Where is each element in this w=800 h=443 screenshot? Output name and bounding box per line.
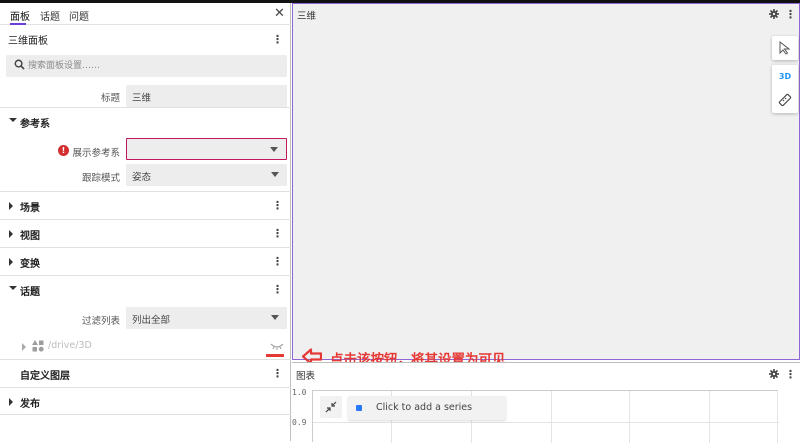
grid-line xyxy=(777,391,778,443)
collapsed-caret-icon xyxy=(9,202,13,210)
collapse-arrows-icon xyxy=(325,401,337,413)
3d-viewport-panel[interactable]: 三维 ⋮ 3D xyxy=(292,3,800,360)
chart-panel[interactable]: 图表 ⋮ 1.0 0.9 Click to add a series xyxy=(292,362,800,443)
search-icon xyxy=(14,59,25,70)
topic-path: /drive/3D xyxy=(48,340,92,351)
active-tab-indicator xyxy=(10,23,26,25)
chevron-down-icon xyxy=(271,315,279,320)
section-title: 视图 xyxy=(20,231,40,242)
eye-closed-icon[interactable] xyxy=(270,343,284,350)
title-label: 标题 xyxy=(100,93,120,104)
expanded-caret-icon xyxy=(9,286,17,290)
panel-menu-icon[interactable]: ⋮ xyxy=(785,9,796,20)
section-menu-icon[interactable]: ⋮ xyxy=(272,228,283,239)
grid-line xyxy=(629,391,630,443)
collapsed-caret-icon xyxy=(9,230,13,238)
panel-title: 三维面板 xyxy=(8,36,48,47)
close-icon[interactable]: ✕ xyxy=(274,6,285,21)
annotation-marker xyxy=(266,354,284,357)
follow-mode-label: 跟踪模式 xyxy=(81,173,120,184)
panel-header: 三维 ⋮ xyxy=(293,4,799,24)
settings-sidebar: 面板 话题 问题 ✕ 三维面板 ⋮ 标题 三维 参考系 ! 展示参考系 跟踪模式… xyxy=(0,3,291,441)
y-tick-label: 0.9 xyxy=(292,418,307,427)
panel-title: 图表 xyxy=(296,371,316,382)
grid-line xyxy=(551,391,552,443)
section-topics[interactable]: 话题 ⋮ xyxy=(0,275,291,303)
search-input[interactable] xyxy=(28,58,278,74)
follow-mode-value: 姿态 xyxy=(132,172,152,183)
panel-title: 三维 xyxy=(297,11,317,22)
display-frame-label: 展示参考系 xyxy=(72,148,120,159)
tab-problems[interactable]: 问题 xyxy=(69,8,89,23)
collapsed-caret-icon xyxy=(9,258,13,266)
section-title: 场景 xyxy=(20,203,40,214)
3d-toggle-button[interactable]: 3D xyxy=(775,72,795,81)
y-tick-label: 1.0 xyxy=(292,388,307,397)
collapsed-caret-icon xyxy=(22,343,26,351)
filter-list-label: 过滤列表 xyxy=(81,316,120,327)
ruler-icon[interactable] xyxy=(778,93,792,107)
section-title: 自定义图层 xyxy=(20,371,70,382)
follow-mode-select[interactable]: 姿态 xyxy=(126,164,287,186)
cursor-icon xyxy=(779,41,791,55)
section-reference-frame[interactable]: 参考系 xyxy=(0,107,291,135)
section-transforms[interactable]: 变换 ⋮ xyxy=(0,247,291,275)
section-title: 参考系 xyxy=(20,119,50,130)
panel-menu-icon[interactable]: ⋮ xyxy=(272,34,283,45)
section-menu-icon[interactable]: ⋮ xyxy=(272,200,283,211)
display-frame-select[interactable] xyxy=(126,138,287,160)
chevron-down-icon xyxy=(271,172,279,177)
filter-list-value: 列出全部 xyxy=(132,315,171,326)
select-tool-button[interactable] xyxy=(772,36,798,60)
add-series-label: Click to add a series xyxy=(376,402,473,413)
sidebar-tabs: 面板 话题 问题 ✕ xyxy=(0,3,291,25)
grid-line xyxy=(709,391,710,443)
section-title: 发布 xyxy=(20,399,40,410)
topic-row-drive-3d[interactable]: /drive/3D xyxy=(0,335,291,357)
section-custom-layers[interactable]: 自定义图层 ⋮ xyxy=(0,359,291,387)
error-icon: ! xyxy=(58,145,69,156)
gear-icon[interactable] xyxy=(769,369,779,379)
add-series-button[interactable]: Click to add a series xyxy=(348,396,506,420)
tab-panel[interactable]: 面板 xyxy=(10,8,30,23)
series-color-swatch xyxy=(356,405,362,411)
panel-menu-icon[interactable]: ⋮ xyxy=(785,369,796,380)
expanded-caret-icon xyxy=(9,118,17,122)
collapsed-caret-icon xyxy=(9,398,13,406)
title-field[interactable]: 三维 xyxy=(126,85,287,107)
search-box xyxy=(6,55,287,77)
view-tools-group: 3D xyxy=(772,65,798,113)
section-publish[interactable]: 发布 xyxy=(0,387,291,415)
section-menu-icon[interactable]: ⋮ xyxy=(272,256,283,267)
section-menu-icon[interactable]: ⋮ xyxy=(272,368,283,379)
section-scene[interactable]: 场景 ⋮ xyxy=(0,191,291,219)
section-title: 话题 xyxy=(20,287,40,298)
section-menu-icon[interactable]: ⋮ xyxy=(272,284,283,295)
chevron-down-icon xyxy=(270,147,278,152)
gear-icon[interactable] xyxy=(769,9,779,19)
shapes-icon xyxy=(32,340,44,352)
collapse-legend-button[interactable] xyxy=(320,396,342,418)
section-view[interactable]: 视图 ⋮ xyxy=(0,219,291,247)
grid-line xyxy=(313,422,779,423)
tab-topics[interactable]: 话题 xyxy=(40,8,60,23)
section-title: 变换 xyxy=(20,259,40,270)
filter-list-select[interactable]: 列出全部 xyxy=(126,307,287,329)
